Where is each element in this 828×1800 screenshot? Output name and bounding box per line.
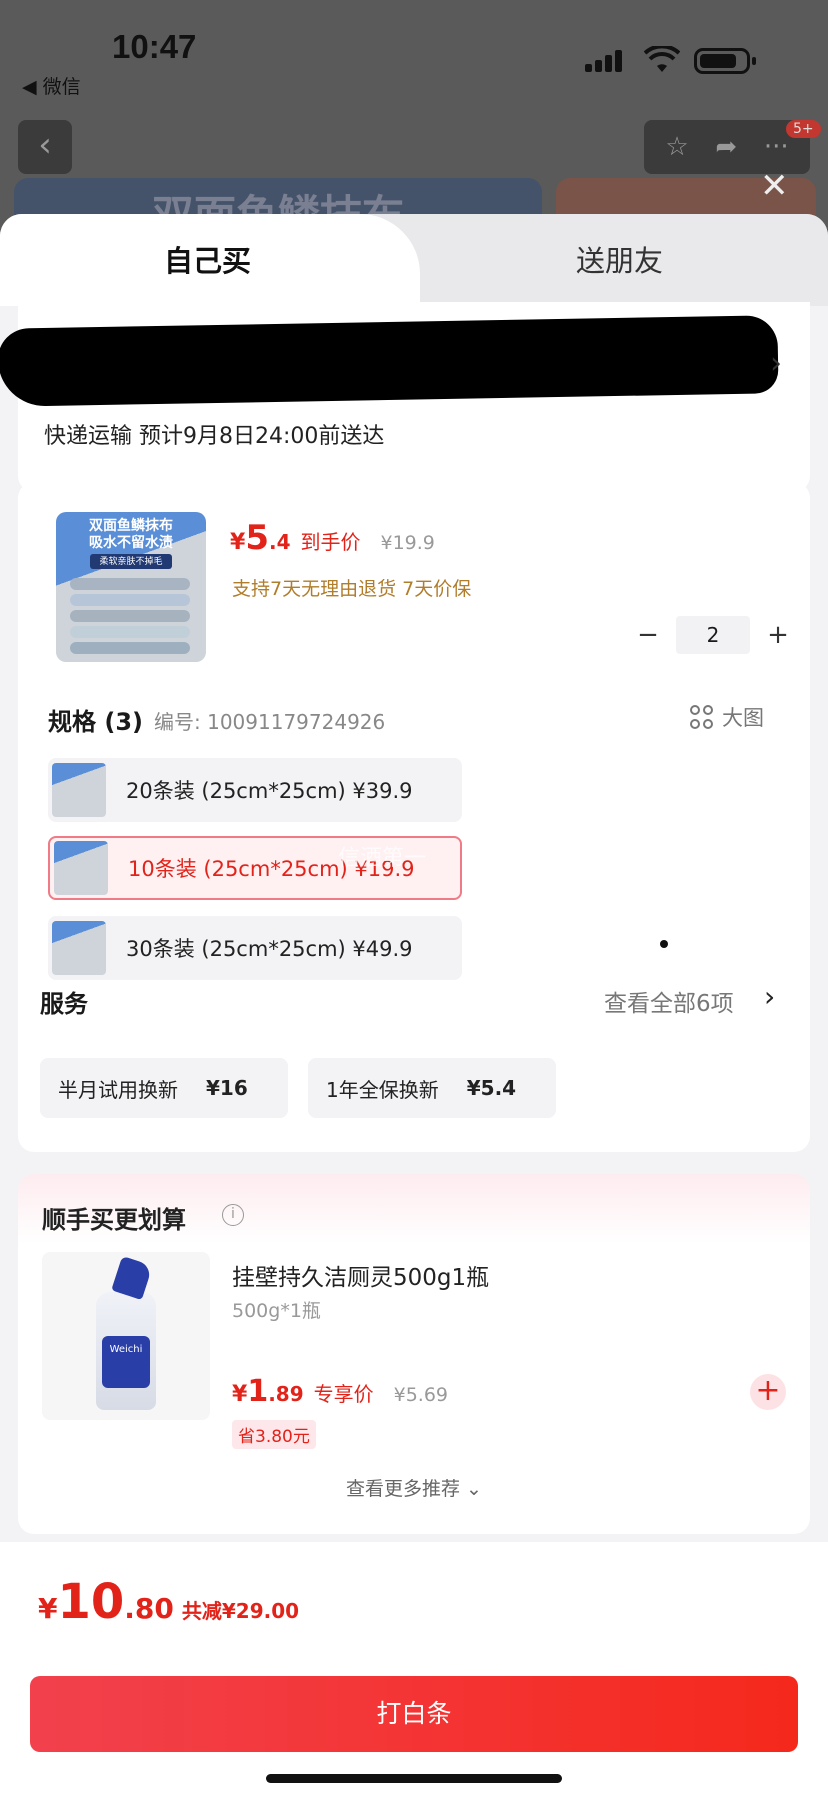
original-price: ¥19.9 <box>380 532 435 554</box>
product-image-text: 吸水不留水渍 <box>89 535 173 551</box>
chevron-right-icon: › <box>770 346 782 381</box>
spec-thumbnail <box>52 921 106 975</box>
address-card[interactable]: › 快递运输 预计9月8日24:00前送达 <box>0 302 810 492</box>
price-symbol: ¥ <box>230 530 246 555</box>
guarantee-text: 支持7天无理由退货 7天价保 <box>232 578 472 600</box>
plus-button[interactable]: + <box>758 620 798 650</box>
more-icon: ··· <box>763 132 789 162</box>
recommend-title[interactable]: 挂壁持久洁厕灵500g1瓶 <box>232 1258 489 1292</box>
spec-option-label: 20条装 (25cm*25cm) ¥39.9 <box>126 779 413 803</box>
spec-option[interactable]: 30条装 (25cm*25cm) ¥49.9 <box>48 916 462 980</box>
spec-code: 编号: 10091179724926 <box>154 710 386 734</box>
service-name: 半月试用换新 <box>58 1077 178 1102</box>
bottle-label: Weichi <box>102 1336 150 1388</box>
price-tag: 到手价 <box>300 530 361 554</box>
big-image-button[interactable]: 大图 <box>690 702 764 732</box>
recommend-heading: 顺手买更划算 <box>42 1206 186 1234</box>
total-decimal: .80 <box>124 1592 174 1625</box>
recommend-price: ¥1.89 专享价 ¥5.69 <box>232 1374 448 1409</box>
price-decimal: .89 <box>268 1382 304 1406</box>
service-price: ¥16 <box>206 1076 248 1100</box>
delivery-estimate: 快递运输 预计9月8日24:00前送达 <box>44 424 385 449</box>
redacted-address <box>0 315 779 407</box>
star-icon: ☆ <box>665 132 689 162</box>
wifi-icon <box>644 46 680 72</box>
service-name: 1年全保换新 <box>326 1077 439 1102</box>
total-integer: 10 <box>57 1574 125 1630</box>
chevron-right-icon[interactable]: › <box>764 980 775 1013</box>
tab-gift-label: 送朋友 <box>576 244 664 278</box>
battery-icon <box>694 48 756 74</box>
total-price: ¥10.80 共减¥29.00 <box>38 1574 299 1630</box>
big-image-label: 大图 <box>722 706 764 730</box>
recommend-card: 顺手买更划算 i Weichi 挂壁持久洁厕灵500g1瓶 500g*1瓶 ¥1… <box>18 1174 810 1534</box>
status-time: 10:47 <box>112 28 197 65</box>
product-price: ¥5.4 到手价 ¥19.9 <box>230 518 435 558</box>
total-reduction: 共减¥29.00 <box>181 1599 300 1623</box>
original-price: ¥5.69 <box>393 1384 449 1406</box>
service-view-all[interactable]: 查看全部6项 <box>604 984 734 1018</box>
back-to-wechat-link[interactable]: ◀ 微信 <box>22 72 81 99</box>
pay-button[interactable]: 打白条 <box>30 1676 798 1752</box>
touch-dot <box>660 940 668 948</box>
spec-option-label: 30条装 (25cm*25cm) ¥49.9 <box>126 937 413 961</box>
service-option[interactable]: 1年全保换新 ¥5.4 <box>308 1058 556 1118</box>
recommend-subtitle: 500g*1瓶 <box>232 1300 321 1322</box>
share-icon: ➦ <box>715 132 738 162</box>
tab-self-label: 自己买 <box>164 244 252 278</box>
recommend-image[interactable]: Weichi <box>42 1252 210 1420</box>
info-icon[interactable]: i <box>222 1204 244 1226</box>
spec-thumbnail <box>54 841 108 895</box>
price-integer: 5 <box>245 518 269 558</box>
add-to-order-button[interactable]: + <box>750 1374 786 1410</box>
price-tag: 专享价 <box>313 1382 374 1406</box>
quantity-stepper: − 2 + <box>628 616 798 654</box>
spec-thumbnail <box>52 763 106 817</box>
close-icon[interactable]: ✕ <box>760 166 789 206</box>
message-badge: 5+ <box>786 120 821 138</box>
tab-bar: 自己买 送朋友 <box>0 214 828 306</box>
save-badge: 省3.80元 <box>232 1420 316 1449</box>
minus-button[interactable]: − <box>628 620 668 650</box>
watermark: 信酒第一 <box>338 846 427 871</box>
price-decimal: .4 <box>268 530 291 554</box>
price-integer: 1 <box>247 1374 269 1409</box>
spec-heading: 规格 (3) <box>48 708 143 736</box>
service-option[interactable]: 半月试用换新 ¥16 <box>40 1058 288 1118</box>
background-back-button: ‹ <box>18 120 72 174</box>
spec-option[interactable]: 20条装 (25cm*25cm) ¥39.9 <box>48 758 462 822</box>
product-image-tag: 柔软亲肤不掉毛 <box>90 554 172 569</box>
home-indicator <box>266 1774 562 1783</box>
purchase-sheet: 自己买 送朋友 › 快递运输 预计9月8日24:00前送达 双面鱼鳞抹布 吸水不… <box>0 214 828 1800</box>
product-image: 双面鱼鳞抹布 吸水不留水渍 柔软亲肤不掉毛 <box>56 512 206 662</box>
quantity-input[interactable]: 2 <box>676 616 750 654</box>
signal-icon <box>585 50 625 72</box>
grid-icon <box>690 705 714 729</box>
product-card: 双面鱼鳞抹布 吸水不留水渍 柔软亲肤不掉毛 ¥5.4 到手价 ¥19.9 支持7天无… <box>18 482 810 1152</box>
view-more-link[interactable]: 查看更多推荐 ⌄ <box>18 1474 810 1501</box>
checkout-bar: ¥10.80 共减¥29.00 打白条 <box>0 1542 828 1800</box>
service-heading: 服务 <box>40 990 88 1018</box>
total-symbol: ¥ <box>38 1592 58 1625</box>
status-bar: 10:47 ◀ 微信 <box>0 0 828 110</box>
service-price: ¥5.4 <box>466 1076 517 1100</box>
price-symbol: ¥ <box>232 1382 248 1407</box>
